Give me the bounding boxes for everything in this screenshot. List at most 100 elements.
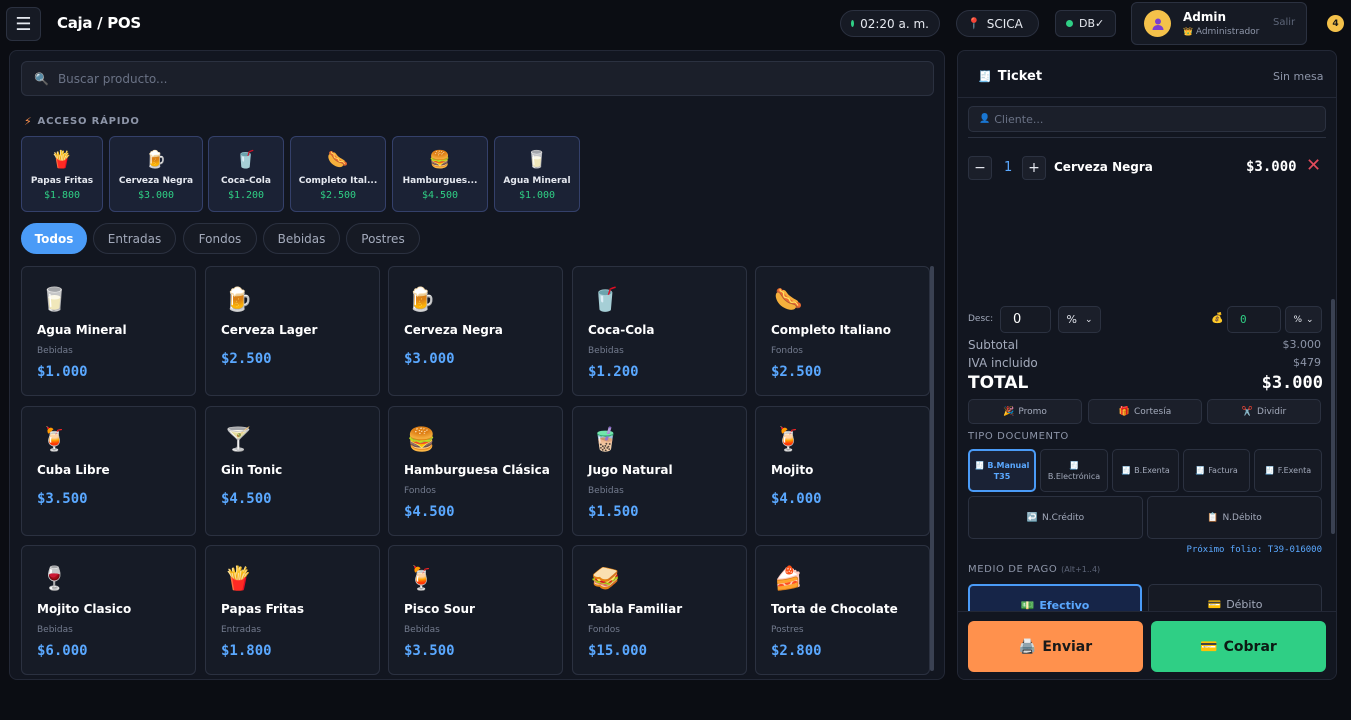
product-icon: 🍟 xyxy=(51,150,73,170)
product-category: Postres xyxy=(771,625,804,635)
product-category: Bebidas xyxy=(404,625,440,635)
tab-fondos[interactable]: Fondos xyxy=(183,223,257,254)
catalog-panel: 🔍 ⚡ ACCESO RÁPIDO 🍟 Papas Fritas $1.800 🍺 Ce… xyxy=(9,50,945,680)
avatar[interactable] xyxy=(1144,10,1171,37)
ticket-title: 🧾 Ticket xyxy=(978,69,1043,84)
client-field[interactable]: 👤 Cliente... xyxy=(968,106,1326,132)
product-card[interactable]: 🥪 Tabla Familiar Fondos $15.000 xyxy=(572,545,747,675)
receipt-icon: 🧾 xyxy=(1195,466,1206,475)
printer-icon: 🖨️ xyxy=(1018,638,1037,655)
product-name: Cerveza Lager xyxy=(221,323,318,337)
product-card[interactable]: 🥤 Coca-Cola Bebidas $1.200 xyxy=(572,266,747,396)
product-icon: 🍹 xyxy=(774,427,803,453)
tip-type-select[interactable]: % ⌄ xyxy=(1285,306,1322,333)
notification-badge[interactable]: 4 xyxy=(1327,15,1344,32)
split-button[interactable]: ✂️ Dividir xyxy=(1207,399,1321,424)
line-qty: 1 xyxy=(1004,160,1013,175)
promo-button[interactable]: 🎉 Promo xyxy=(968,399,1082,424)
tab-todos[interactable]: Todos xyxy=(21,223,87,254)
search-input[interactable] xyxy=(57,71,918,86)
product-icon: 🥛 xyxy=(526,150,548,170)
search-box[interactable]: 🔍 xyxy=(21,61,934,96)
quick-item-name: Cerveza Negra xyxy=(118,176,194,186)
quick-access-item[interactable]: 🥤 Coca-Cola $1.200 xyxy=(208,136,284,212)
clock-pill: 02:20 a. m. xyxy=(840,10,940,37)
doc-type-boleta-electronica[interactable]: 🧾 B.Electrónica xyxy=(1040,449,1108,492)
product-icon: 🍺 xyxy=(145,150,167,170)
discount-input[interactable]: 0 xyxy=(1000,306,1051,333)
receipt-icon: 🧾 xyxy=(1121,466,1132,475)
product-icon: 🍰 xyxy=(774,566,803,592)
discount-type-select[interactable]: % ⌄ xyxy=(1058,306,1101,333)
db-status: DB✓ xyxy=(1079,17,1105,30)
clipboard-icon: 📋 xyxy=(1207,512,1219,523)
quick-access-item[interactable]: 🍟 Papas Fritas $1.800 xyxy=(21,136,103,212)
tip-input[interactable]: 0 xyxy=(1227,306,1281,333)
doc-type-factura[interactable]: 🧾 Factura xyxy=(1183,449,1250,492)
product-category: Entradas xyxy=(221,625,262,635)
quick-item-price: $4.500 xyxy=(421,190,459,201)
product-card[interactable]: 🍟 Papas Fritas Entradas $1.800 xyxy=(205,545,380,675)
product-name: Gin Tonic xyxy=(221,463,283,477)
gift-icon: 🎁 xyxy=(1118,406,1130,417)
decrease-qty-button[interactable]: − xyxy=(968,156,992,180)
product-card[interactable]: 🌭 Completo Italiano Fondos $2.500 xyxy=(755,266,930,396)
increase-qty-button[interactable]: + xyxy=(1022,156,1046,180)
product-name: Tabla Familiar xyxy=(588,602,683,616)
product-name: Completo Italiano xyxy=(771,323,891,337)
quick-item-price: $1.800 xyxy=(43,190,81,201)
product-icon: 🍔 xyxy=(429,150,451,170)
product-card[interactable]: 🍺 Cerveza Negra $3.000 xyxy=(388,266,563,396)
hamburger-icon: ☰ xyxy=(15,13,32,35)
product-price: $1.200 xyxy=(588,364,639,380)
product-name: Mojito xyxy=(771,463,814,477)
scissors-icon: ✂️ xyxy=(1241,406,1254,417)
location-pill[interactable]: 📍 SCICA xyxy=(956,10,1039,37)
charge-button[interactable]: 💳 Cobrar xyxy=(1151,621,1326,672)
catalog-scrollbar[interactable] xyxy=(930,266,934,671)
remove-line-icon[interactable]: ✕ xyxy=(1306,155,1321,176)
quick-item-price: $1.200 xyxy=(227,190,265,201)
tab-postres[interactable]: Postres xyxy=(346,223,420,254)
product-price: $3.500 xyxy=(404,643,455,659)
tab-entradas[interactable]: Entradas xyxy=(93,223,176,254)
product-card[interactable]: 🍸 Gin Tonic $4.500 xyxy=(205,406,380,536)
chevron-down-icon: ⌄ xyxy=(1306,314,1314,325)
product-price: $4.500 xyxy=(221,491,272,507)
doc-type-boleta-exenta[interactable]: 🧾 B.Exenta xyxy=(1112,449,1179,492)
product-card[interactable]: 🥛 Agua Mineral Bebidas $1.000 xyxy=(21,266,196,396)
send-button[interactable]: 🖨️ Enviar xyxy=(968,621,1143,672)
next-folio: Próximo folio: T39-016000 xyxy=(1186,545,1322,555)
receipt-icon: 🧾 xyxy=(974,460,985,470)
menu-button[interactable]: ☰ xyxy=(6,7,41,41)
discount-label: Desc: xyxy=(968,314,994,324)
product-price: $2.500 xyxy=(771,364,822,380)
doc-type-boleta-manual[interactable]: 🧾 B.Manual T35 xyxy=(968,449,1036,492)
product-card[interactable]: 🍰 Torta de Chocolate Postres $2.800 xyxy=(755,545,930,675)
product-name: Agua Mineral xyxy=(37,323,127,337)
doc-type-factura-exenta[interactable]: 🧾 F.Exenta xyxy=(1254,449,1322,492)
quick-access-item[interactable]: 🍔 Hamburgues... $4.500 xyxy=(392,136,488,212)
product-card[interactable]: 🍹 Mojito $4.000 xyxy=(755,406,930,536)
logout-button[interactable]: Salir xyxy=(1273,17,1295,28)
product-card[interactable]: 🍷 Mojito Clasico Bebidas $6.000 xyxy=(21,545,196,675)
quick-access-item[interactable]: 🌭 Completo Ital... $2.500 xyxy=(290,136,386,212)
product-card[interactable]: 🍹 Pisco Sour Bebidas $3.500 xyxy=(388,545,563,675)
product-card[interactable]: 🍔 Hamburguesa Clásica Fondos $4.500 xyxy=(388,406,563,536)
quick-item-name: Agua Mineral xyxy=(503,176,571,186)
receipt-icon: 🧾 xyxy=(1069,460,1079,470)
quick-access-item[interactable]: 🍺 Cerveza Negra $3.000 xyxy=(109,136,203,212)
product-icon: 🌭 xyxy=(327,150,349,170)
product-card[interactable]: 🍺 Cerveza Lager $2.500 xyxy=(205,266,380,396)
quick-access-item[interactable]: 🥛 Agua Mineral $1.000 xyxy=(494,136,580,212)
tab-bebidas[interactable]: Bebidas xyxy=(263,223,340,254)
courtesy-button[interactable]: 🎁 Cortesía xyxy=(1088,399,1202,424)
doc-type-nota-credito[interactable]: ↩️ N.Crédito xyxy=(968,496,1143,539)
user-name: Admin xyxy=(1183,10,1227,24)
doc-type-nota-debito[interactable]: 📋 N.Débito xyxy=(1147,496,1322,539)
product-card[interactable]: 🧋 Jugo Natural Bebidas $1.500 xyxy=(572,406,747,536)
product-name: Hamburguesa Clásica xyxy=(404,463,550,477)
table-selector[interactable]: Sin mesa xyxy=(1273,70,1323,83)
product-card[interactable]: 🍹 Cuba Libre $3.500 xyxy=(21,406,196,536)
ticket-scrollbar[interactable] xyxy=(1331,299,1335,534)
